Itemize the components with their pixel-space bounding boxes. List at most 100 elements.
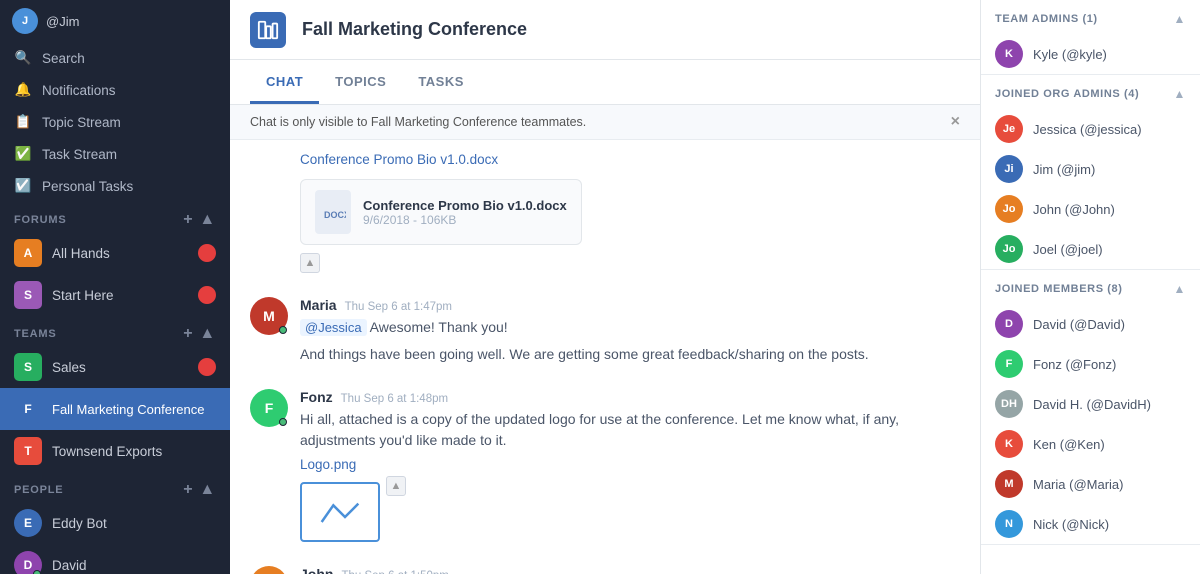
joined-members-label: JOINED MEMBERS (8) [995,283,1123,295]
file-info: Conference Promo Bio v1.0.docx 9/6/2018 … [363,198,567,227]
jessica-avatar: Je [995,115,1023,143]
john-time: Thu Sep 6 at 1:50pm [341,570,448,574]
team-admins-label: TEAM ADMINS (1) [995,13,1098,25]
close-notice-button[interactable]: × [951,113,960,131]
sidebar-item-sales[interactable]: S Sales [0,346,230,388]
topic-stream-icon: 📋 [14,113,32,131]
personal-tasks-icon: ☑️ [14,177,32,195]
john-panel-label: John (@John) [1033,202,1115,217]
david-h-label: David H. (@DavidH) [1033,397,1151,412]
jim-avatar: Ji [995,155,1023,183]
nick-label: Nick (@Nick) [1033,517,1109,532]
visibility-text: Chat is only visible to Fall Marketing C… [250,115,586,129]
teams-label: TEAMS [14,328,57,340]
logo-file-link[interactable]: Logo.png [300,457,960,472]
maria-online-1 [279,326,287,334]
sidebar-item-personal-tasks[interactable]: ☑️ Personal Tasks [0,170,230,202]
maria-message-1-header: Maria Thu Sep 6 at 1:47pm [300,297,960,313]
file-meta-label: 9/6/2018 - 106KB [363,213,567,227]
sidebar-item-fall-marketing[interactable]: F Fall Marketing Conference [0,388,230,430]
townsend-avatar: T [14,437,42,465]
eddy-bot-label: Eddy Bot [52,516,107,531]
sidebar-item-topic-stream[interactable]: 📋 Topic Stream [0,106,230,138]
search-icon: 🔍 [14,49,32,67]
sidebar-item-all-hands[interactable]: A All Hands [0,232,230,274]
maria-avatar-1: M [250,297,288,335]
tab-tasks[interactable]: TASKS [402,60,480,104]
add-team-button[interactable]: + [183,326,193,342]
collapse-teams-button[interactable]: ▲ [199,326,216,342]
joel-avatar: Jo [995,235,1023,263]
joined-members-header[interactable]: JOINED MEMBERS (8) ▲ [981,270,1200,304]
sidebar-search-label: Search [42,51,85,66]
collapse-people-button[interactable]: ▲ [199,482,216,498]
sidebar-item-townsend-exports[interactable]: T Townsend Exports [0,430,230,472]
maria-panel-label: Maria (@Maria) [1033,477,1123,492]
add-forum-button[interactable]: + [183,212,193,228]
maria-message-1-content: Maria Thu Sep 6 at 1:47pm @Jessica Aweso… [300,297,960,365]
right-panel: TEAM ADMINS (1) ▲ K Kyle (@kyle) JOINED … [980,0,1200,574]
jessica-mention[interactable]: @Jessica [300,319,367,336]
file-name-label: Conference Promo Bio v1.0.docx [363,198,567,213]
team-admins-chevron: ▲ [1174,12,1186,26]
fonz-online [279,418,287,426]
member-fonz: F Fonz (@Fonz) [981,344,1200,384]
ken-label: Ken (@Ken) [1033,437,1105,452]
member-david-h: DH David H. (@DavidH) [981,384,1200,424]
david-panel-label: David (@David) [1033,317,1125,332]
collapse-file-button[interactable]: ▲ [300,253,320,273]
username-label: @Jim [46,14,79,29]
john-message-header: John Thu Sep 6 at 1:50pm [300,566,960,574]
file-link-docx[interactable]: Conference Promo Bio v1.0.docx [300,152,498,167]
david-label: David [52,558,87,573]
maria-text-1: @Jessica Awesome! Thank you! [300,317,960,338]
sidebar-item-eddy-bot[interactable]: E Eddy Bot [0,502,230,544]
sidebar-item-david[interactable]: D David [0,544,230,574]
fonz-message-header: Fonz Thu Sep 6 at 1:48pm [300,389,960,405]
member-joel: Jo Joel (@joel) [981,229,1200,269]
fall-marketing-label: Fall Marketing Conference [52,402,204,417]
john-message-content: John Thu Sep 6 at 1:50pm Really like it … [300,566,960,574]
tab-chat[interactable]: CHAT [250,60,319,104]
sidebar-item-task-stream[interactable]: ✅ Task Stream [0,138,230,170]
collapse-forums-button[interactable]: ▲ [199,212,216,228]
add-person-button[interactable]: + [183,482,193,498]
sidebar-item-start-here[interactable]: S Start Here [0,274,230,316]
sidebar-item-search[interactable]: 🔍 Search [0,42,230,74]
start-here-label: Start Here [52,288,114,303]
joined-members-section: JOINED MEMBERS (8) ▲ D David (@David) F … [981,270,1200,545]
sidebar-item-notifications[interactable]: 🔔 Notifications [0,74,230,106]
maria-panel-avatar: M [995,470,1023,498]
start-here-badge [198,286,216,304]
team-admins-header[interactable]: TEAM ADMINS (1) ▲ [981,0,1200,34]
maria-time-1: Thu Sep 6 at 1:47pm [345,301,452,313]
jessica-label: Jessica (@jessica) [1033,122,1142,137]
teams-section-header: TEAMS + ▲ [0,316,230,346]
sidebar-notifications-label: Notifications [42,83,116,98]
start-here-avatar: S [14,281,42,309]
fonz-time: Thu Sep 6 at 1:48pm [341,393,448,405]
sidebar-user[interactable]: J @Jim [0,0,230,42]
collapse-image-button[interactable]: ▲ [386,476,406,496]
channel-logo [250,12,286,48]
svg-text:DOCX: DOCX [324,210,346,220]
joined-members-chevron: ▲ [1174,282,1186,296]
logo-preview-svg [315,492,365,532]
message-group-maria-1: M Maria Thu Sep 6 at 1:47pm @Jessica Awe… [230,285,980,377]
channel-name: Fall Marketing Conference [302,19,527,40]
david-avatar-wrap: D [14,551,42,574]
sidebar-personal-tasks-label: Personal Tasks [42,179,133,194]
forums-actions: + ▲ [183,212,216,228]
sales-badge [198,358,216,376]
member-ken: K Ken (@Ken) [981,424,1200,464]
nick-avatar: N [995,510,1023,538]
chat-area: Conference Promo Bio v1.0.docx DOCX Conf… [230,140,980,574]
ken-avatar: K [995,430,1023,458]
kyle-label: Kyle (@kyle) [1033,47,1107,62]
tab-topics[interactable]: TOPICS [319,60,402,104]
fonz-panel-label: Fonz (@Fonz) [1033,357,1116,372]
member-maria: M Maria (@Maria) [981,464,1200,504]
channel-header: Fall Marketing Conference [230,0,980,60]
joined-org-admins-header[interactable]: JOINED ORG ADMINS (4) ▲ [981,75,1200,109]
people-actions: + ▲ [183,482,216,498]
